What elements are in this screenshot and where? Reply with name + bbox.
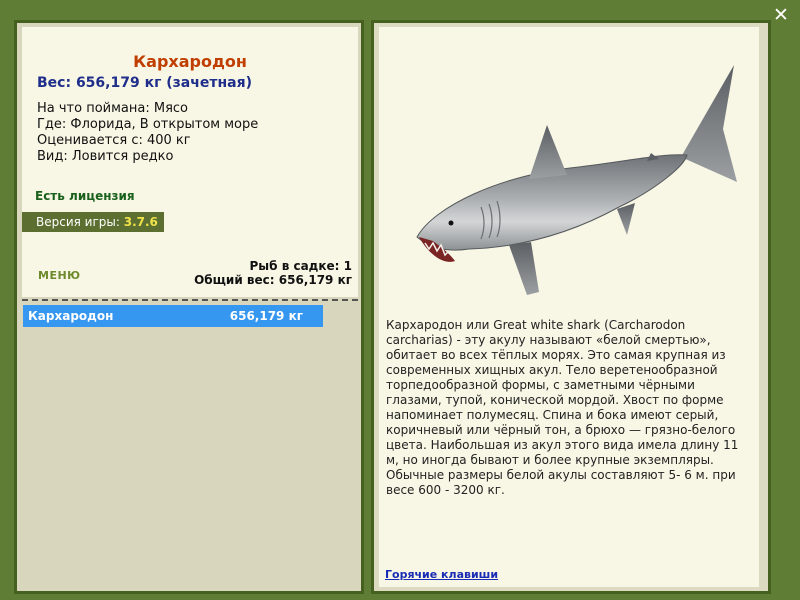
catch-list-item[interactable]: Кархародон 656,179 кг [23,305,323,327]
pectoral-fin [509,242,539,295]
version-value: 3.7.6 [123,215,158,229]
catch-item-weight: 656,179 кг [229,309,303,323]
game-version-badge: Версия игры: 3.7.6 [22,212,164,232]
fish-in-cage-count: Рыб в садке: 1 [249,259,353,273]
menu-button[interactable]: МЕНЮ [38,269,81,282]
close-icon: ✕ [773,4,789,26]
species-rarity: Вид: Ловится редко [37,149,174,164]
fish-info-panel: Кархародон Вес: 656,179 кг (зачетная) На… [14,20,364,594]
total-weight: Общий вес: 656,179 кг [194,273,352,287]
fish-name: Кархародон [133,52,247,71]
divider [22,299,358,301]
fish-weight: Вес: 656,179 кг (зачетная) [37,75,252,91]
fish-description-panel: Кархародон или Great white shark (Carcha… [371,20,771,594]
hotkeys-link[interactable]: Горячие клавиши [385,568,498,581]
caught-on-bait: На что поймана: Мясо [37,101,189,116]
fish-details-card: Кархародон Вес: 656,179 кг (зачетная) На… [22,27,358,297]
caught-location: Где: Флорида, В открытом море [37,117,259,132]
description-card: Кархародон или Great white shark (Carcha… [379,27,759,587]
valued-from-weight: Оценивается с: 400 кг [37,133,191,148]
fish-description: Кархародон или Great white shark (Carcha… [386,318,739,497]
catch-list: Кархародон 656,179 кг [23,305,323,327]
shark-image [416,65,737,295]
dorsal-fin [529,125,567,179]
close-button[interactable]: ✕ [770,4,792,26]
license-status: Есть лицензия [35,189,135,203]
pelvic-fin [617,203,635,235]
shark-eye [448,220,454,226]
tail-fin [681,65,737,182]
catch-item-name: Кархародон [28,309,114,323]
version-label: Версия игры: [36,215,120,229]
